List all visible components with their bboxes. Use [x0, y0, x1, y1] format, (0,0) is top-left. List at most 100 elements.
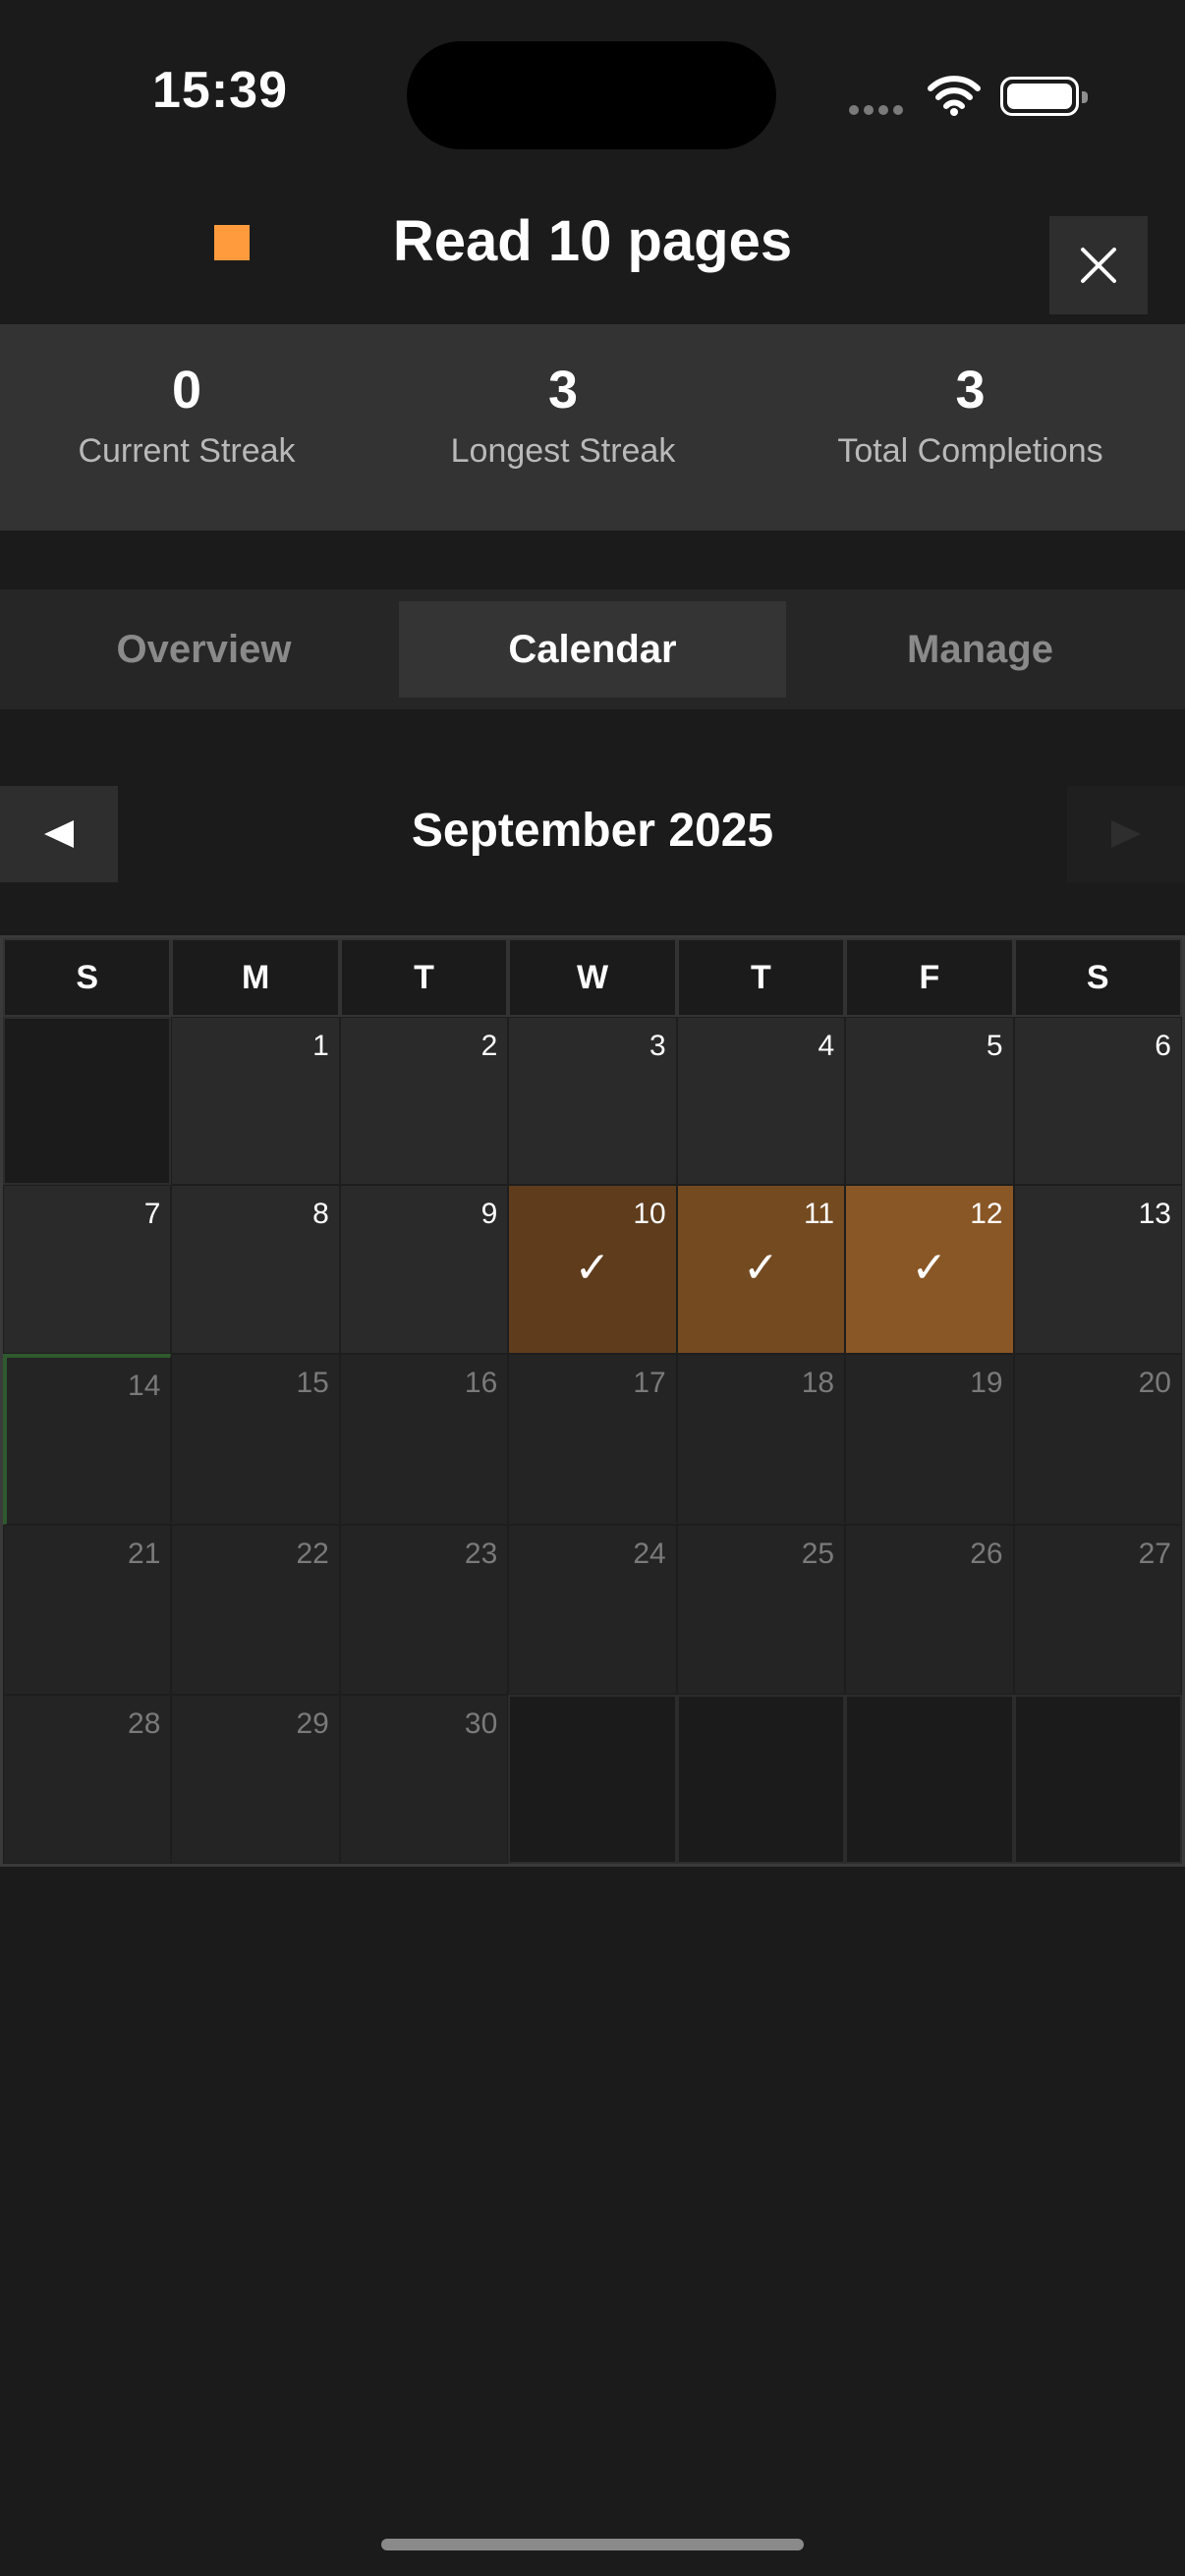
calendar-empty-cell: [3, 1017, 172, 1185]
cellular-signal-icon: [849, 102, 908, 120]
day-number: 8: [312, 1198, 329, 1230]
calendar-grid: S M T W T F S 1 2 3 4 5 6 7 8 9 10 ✓ 11 ✓ 12 ✓ 13 14 15 16 17 18 19 2…: [0, 935, 1185, 1867]
calendar-day[interactable]: 7: [3, 1185, 172, 1354]
calendar-day[interactable]: 24: [508, 1525, 677, 1695]
home-indicator: [381, 2539, 804, 2550]
day-number: 23: [464, 1538, 498, 1570]
weekday-header: S: [1013, 938, 1182, 1017]
status-bar: 15:39: [0, 0, 1185, 187]
calendar-day-completed[interactable]: 12 ✓: [845, 1185, 1014, 1354]
day-number: 30: [464, 1708, 498, 1740]
day-number: 18: [801, 1367, 835, 1399]
day-number: 12: [970, 1198, 1003, 1230]
day-number: 19: [970, 1367, 1003, 1399]
calendar-day[interactable]: 18: [676, 1354, 846, 1525]
stat-value: 0: [171, 361, 202, 420]
close-icon: [1081, 248, 1116, 283]
day-number: 27: [1138, 1538, 1171, 1570]
calendar-day[interactable]: 25: [676, 1525, 846, 1695]
streak-stats: 0 Current Streak 3 Longest Streak 3 Tota…: [0, 324, 1185, 531]
habit-title: Read 10 pages: [392, 209, 793, 273]
close-button[interactable]: [1049, 216, 1148, 314]
calendar-day[interactable]: 1: [171, 1017, 340, 1185]
day-number: 4: [818, 1030, 835, 1062]
day-number: 22: [296, 1538, 329, 1570]
day-number: 28: [128, 1708, 161, 1740]
stat-longest-streak: 3 Longest Streak: [416, 364, 710, 471]
calendar-day[interactable]: 2: [339, 1017, 509, 1185]
stat-label: Longest Streak: [450, 432, 676, 470]
weekday-header: W: [508, 938, 677, 1017]
wifi-icon: [927, 75, 982, 121]
weekday-header: F: [845, 938, 1014, 1017]
calendar-empty-cell: [676, 1695, 846, 1864]
calendar-day[interactable]: 22: [171, 1525, 340, 1695]
calendar-day[interactable]: 27: [1013, 1525, 1182, 1695]
day-number: 3: [649, 1030, 666, 1062]
day-number: 14: [128, 1370, 161, 1402]
calendar-day[interactable]: 8: [171, 1185, 340, 1354]
day-number: 2: [480, 1030, 498, 1062]
day-number: 10: [633, 1198, 666, 1230]
calendar-day[interactable]: 23: [339, 1525, 509, 1695]
tab-calendar[interactable]: Calendar: [399, 601, 786, 698]
calendar-day-completed[interactable]: 11 ✓: [676, 1185, 846, 1354]
day-number: 21: [128, 1538, 161, 1570]
stat-label: Total Completions: [837, 432, 1103, 470]
stat-label: Current Streak: [78, 432, 296, 470]
stat-value: 3: [955, 361, 986, 420]
day-number: 20: [1138, 1367, 1171, 1399]
checkmark-icon: ✓: [574, 1244, 611, 1292]
calendar-day[interactable]: 29: [171, 1695, 340, 1864]
day-number: 26: [970, 1538, 1003, 1570]
day-number: 17: [633, 1367, 666, 1399]
stat-total-completions: 3 Total Completions: [796, 364, 1145, 471]
stat-current-streak: 0 Current Streak: [39, 364, 334, 471]
month-navigation: September 2025: [0, 786, 1185, 882]
day-number: 15: [296, 1367, 329, 1399]
dynamic-island: [407, 41, 776, 149]
calendar-day[interactable]: 26: [845, 1525, 1014, 1695]
calendar-day[interactable]: 5: [845, 1017, 1014, 1185]
calendar-day[interactable]: 13: [1013, 1185, 1182, 1354]
calendar-day[interactable]: 6: [1013, 1017, 1182, 1185]
calendar-day-today[interactable]: 14: [3, 1354, 172, 1525]
calendar-day[interactable]: 3: [508, 1017, 677, 1185]
day-number: 5: [986, 1030, 1003, 1062]
checkmark-icon: ✓: [911, 1244, 948, 1292]
weekday-header: T: [339, 938, 509, 1017]
day-number: 9: [480, 1198, 498, 1230]
status-time: 15:39: [152, 62, 288, 119]
calendar-day[interactable]: 9: [339, 1185, 509, 1354]
calendar-day[interactable]: 30: [339, 1695, 509, 1864]
triangle-right-icon: [1111, 820, 1141, 848]
day-number: 6: [1155, 1030, 1171, 1062]
calendar-empty-cell: [1013, 1695, 1182, 1864]
weekday-header: T: [676, 938, 846, 1017]
day-number: 11: [803, 1198, 835, 1230]
day-number: 16: [464, 1367, 498, 1399]
checkmark-icon: ✓: [742, 1244, 779, 1292]
next-month-button[interactable]: [1067, 786, 1185, 882]
calendar-day[interactable]: 16: [339, 1354, 509, 1525]
calendar-day[interactable]: 20: [1013, 1354, 1182, 1525]
calendar-empty-cell: [508, 1695, 677, 1864]
calendar-day[interactable]: 28: [3, 1695, 172, 1864]
calendar-day[interactable]: 17: [508, 1354, 677, 1525]
day-number: 13: [1138, 1198, 1171, 1230]
day-number: 29: [296, 1708, 329, 1740]
tab-manage[interactable]: Manage: [796, 601, 1164, 698]
stat-value: 3: [547, 361, 579, 420]
calendar-day[interactable]: 4: [676, 1017, 846, 1185]
day-number: 1: [312, 1030, 329, 1062]
calendar-day[interactable]: 15: [171, 1354, 340, 1525]
weekday-header: M: [171, 938, 340, 1017]
day-number: 24: [633, 1538, 666, 1570]
day-number: 7: [143, 1198, 161, 1230]
calendar-empty-cell: [845, 1695, 1014, 1864]
tab-overview[interactable]: Overview: [20, 601, 388, 698]
calendar-day[interactable]: 21: [3, 1525, 172, 1695]
calendar-day-completed[interactable]: 10 ✓: [508, 1185, 677, 1354]
calendar-day[interactable]: 19: [845, 1354, 1014, 1525]
battery-icon: [1000, 77, 1088, 116]
